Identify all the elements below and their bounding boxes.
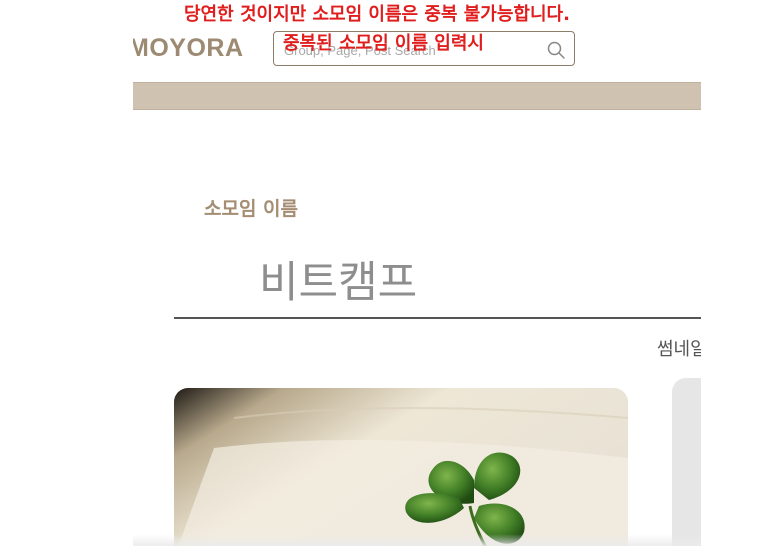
annotation-duplicate-note: 당연한 것이지만 소모임 이름은 중복 불가능합니다. [184, 4, 570, 25]
nav-bar [133, 82, 701, 110]
clover-on-book-image [174, 388, 628, 546]
app-frame: MOYORA 소모임 이름 썸네일 [133, 0, 701, 546]
group-name-label: 소모임 이름 [204, 198, 299, 220]
search-icon[interactable] [544, 38, 568, 62]
group-name-underline [174, 317, 701, 319]
logo[interactable]: MOYORA [133, 34, 244, 63]
thumbnail-option-next[interactable] [672, 378, 701, 546]
thumbnail-label: 썸네일 [657, 339, 701, 360]
thumbnail-image[interactable] [174, 388, 628, 546]
annotation-duplicate-input: 중복된 소모임 이름 입력시 [283, 33, 484, 54]
bottom-fade [133, 534, 701, 546]
group-name-input[interactable] [257, 250, 681, 308]
